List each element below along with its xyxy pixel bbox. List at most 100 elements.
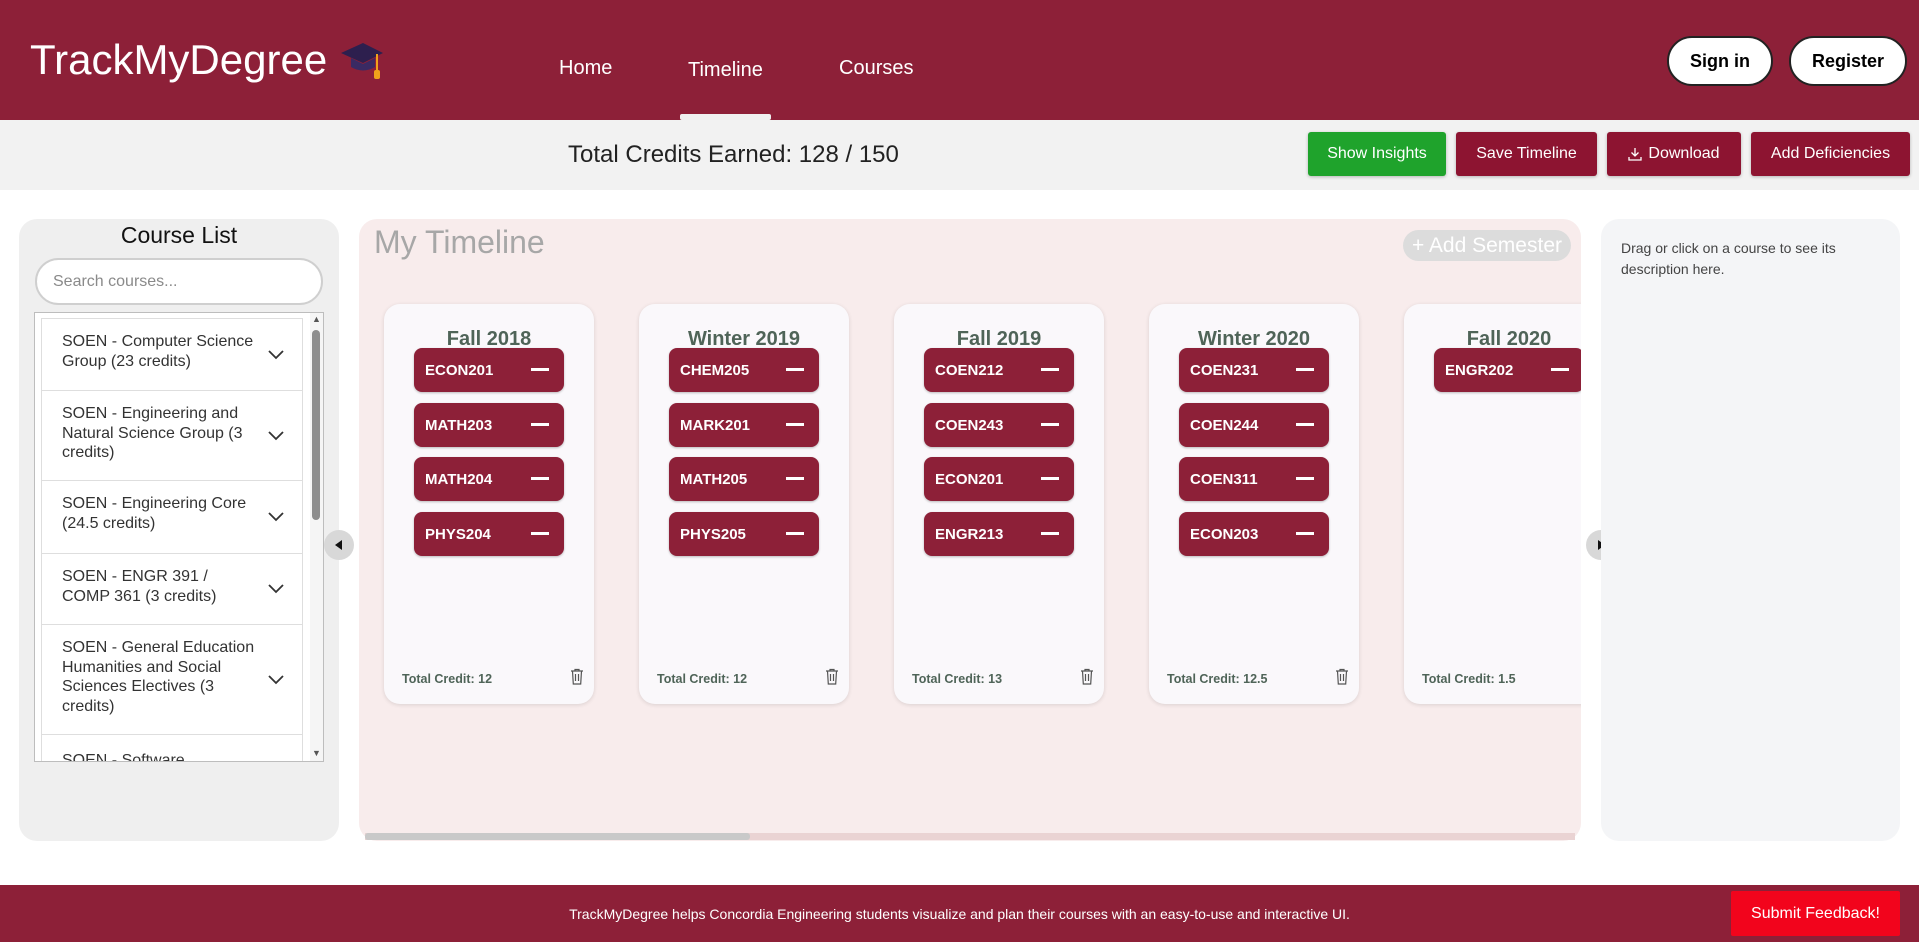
show-insights-button[interactable]: Show Insights xyxy=(1308,132,1446,176)
add-deficiencies-button[interactable]: Add Deficiencies xyxy=(1751,132,1910,176)
submit-feedback-button[interactable]: Submit Feedback! xyxy=(1731,891,1900,936)
remove-course-icon[interactable] xyxy=(1041,532,1059,535)
remove-course-icon[interactable] xyxy=(531,532,549,535)
semester-total-credit: Total Credit: 1.5 xyxy=(1422,672,1516,686)
remove-course-icon[interactable] xyxy=(786,532,804,535)
course-group-item[interactable]: SOEN - General Education Humanities and … xyxy=(41,625,303,735)
timeline-title: My Timeline xyxy=(374,224,545,260)
scroll-down-icon[interactable]: ▼ xyxy=(311,748,322,758)
course-group-label: SOEN - General Education Humanities and … xyxy=(62,639,255,715)
trash-icon[interactable] xyxy=(1080,668,1094,685)
course-group-label: SOEN - ENGR 391 / COMP 361 (3 credits) xyxy=(62,568,217,605)
course-group-label: SOEN - Engineering Core (24.5 credits) xyxy=(62,495,247,532)
remove-course-icon[interactable] xyxy=(531,368,549,371)
course-chip[interactable]: CHEM205 xyxy=(669,348,819,392)
semester-card[interactable]: Fall 2018 ECON201 MATH203 MATH204 PHYS20… xyxy=(384,304,594,704)
chevron-down-icon xyxy=(268,430,284,440)
semester-total-credit: Total Credit: 12 xyxy=(657,672,748,686)
course-code: COEN231 xyxy=(1190,361,1259,379)
course-code: COEN311 xyxy=(1190,470,1258,488)
chevron-down-icon xyxy=(268,584,284,594)
course-chip[interactable]: MATH204 xyxy=(414,457,564,501)
remove-course-icon[interactable] xyxy=(786,368,804,371)
course-chip[interactable]: ENGR202 xyxy=(1434,348,1581,392)
remove-course-icon[interactable] xyxy=(1296,368,1314,371)
course-description-placeholder: Drag or click on a course to see its des… xyxy=(1621,240,1836,277)
brand-logo[interactable]: TrackMyDegree xyxy=(30,36,387,84)
semester-total-credit: Total Credit: 12.5 xyxy=(1167,672,1268,686)
remove-course-icon[interactable] xyxy=(1296,532,1314,535)
remove-course-icon[interactable] xyxy=(1296,477,1314,480)
course-chip[interactable]: COEN212 xyxy=(924,348,1074,392)
course-code: PHYS205 xyxy=(680,525,746,543)
course-chip[interactable]: ECON203 xyxy=(1179,512,1329,556)
remove-course-icon[interactable] xyxy=(786,477,804,480)
course-chip[interactable]: COEN231 xyxy=(1179,348,1329,392)
save-timeline-button[interactable]: Save Timeline xyxy=(1456,132,1597,176)
remove-course-icon[interactable] xyxy=(1551,368,1569,371)
course-group-item[interactable]: SOEN - Engineering and Natural Science G… xyxy=(41,391,303,481)
course-code: ECON201 xyxy=(425,361,494,379)
download-icon xyxy=(1628,148,1643,161)
course-chip[interactable]: PHYS205 xyxy=(669,512,819,556)
course-chip[interactable]: COEN243 xyxy=(924,403,1074,447)
course-group-list[interactable]: SOEN - Computer Science Group (23 credit… xyxy=(34,312,324,762)
scroll-left-button[interactable] xyxy=(324,530,354,560)
remove-course-icon[interactable] xyxy=(531,423,549,426)
course-chip[interactable]: COEN244 xyxy=(1179,403,1329,447)
remove-course-icon[interactable] xyxy=(1041,423,1059,426)
course-chip[interactable]: ECON201 xyxy=(414,348,564,392)
course-chip[interactable]: PHYS204 xyxy=(414,512,564,556)
course-code: ECON203 xyxy=(1190,525,1259,543)
course-chip[interactable]: MATH205 xyxy=(669,457,819,501)
add-semester-button[interactable]: + Add Semester xyxy=(1403,230,1571,261)
total-credits: Total Credits Earned: 128 / 150 xyxy=(568,141,899,168)
timeline-scroll-thumb[interactable] xyxy=(365,833,750,840)
course-chip[interactable]: MARK201 xyxy=(669,403,819,447)
chevron-down-icon xyxy=(268,674,284,684)
remove-course-icon[interactable] xyxy=(786,423,804,426)
semester-card[interactable]: Fall 2019 COEN212 COEN243 ECON201 ENGR21… xyxy=(894,304,1104,704)
course-group-item[interactable]: SOEN - ENGR 391 / COMP 361 (3 credits) xyxy=(41,554,303,625)
course-list-scroll-thumb[interactable] xyxy=(312,330,320,520)
course-search-input[interactable] xyxy=(35,258,323,305)
course-code: COEN244 xyxy=(1190,416,1259,434)
nav-timeline[interactable]: Timeline xyxy=(688,59,763,82)
course-code: MATH203 xyxy=(425,416,493,434)
semester-card[interactable]: Winter 2019 CHEM205 MARK201 MATH205 PHYS… xyxy=(639,304,849,704)
remove-course-icon[interactable] xyxy=(1041,477,1059,480)
course-code: ECON201 xyxy=(935,470,1004,488)
course-description-panel xyxy=(1601,219,1900,841)
remove-course-icon[interactable] xyxy=(1296,423,1314,426)
graduation-cap-icon xyxy=(341,43,384,79)
remove-course-icon[interactable] xyxy=(1041,368,1059,371)
course-chip[interactable]: ENGR213 xyxy=(924,512,1074,556)
triangle-left-icon xyxy=(335,540,342,550)
chevron-down-icon xyxy=(268,349,284,359)
course-code: MATH205 xyxy=(680,470,748,488)
course-group-item[interactable]: SOEN - Computer Science Group (23 credit… xyxy=(41,318,303,391)
course-chip[interactable]: MATH203 xyxy=(414,403,564,447)
semester-card[interactable]: Fall 2020 ENGR202 Total Credit: 1.5 xyxy=(1404,304,1581,704)
course-group-label: SOEN - Engineering and Natural Science G… xyxy=(62,405,243,461)
course-chip[interactable]: ECON201 xyxy=(924,457,1074,501)
nav-home[interactable]: Home xyxy=(559,57,612,80)
nav-courses[interactable]: Courses xyxy=(839,57,913,80)
course-group-item[interactable]: SOEN - Software xyxy=(41,735,303,761)
course-code: MATH204 xyxy=(425,470,493,488)
course-group-item[interactable]: SOEN - Engineering Core (24.5 credits) xyxy=(41,481,303,554)
course-group-label: SOEN - Computer Science Group (23 credit… xyxy=(62,333,254,370)
scroll-up-icon[interactable]: ▲ xyxy=(311,314,322,324)
remove-course-icon[interactable] xyxy=(531,477,549,480)
download-button[interactable]: Download xyxy=(1607,132,1741,176)
register-button[interactable]: Register xyxy=(1789,36,1907,86)
trash-icon[interactable] xyxy=(570,668,584,685)
course-code: CHEM205 xyxy=(680,361,750,379)
trash-icon[interactable] xyxy=(1335,668,1349,685)
course-list-title: Course List xyxy=(120,222,238,248)
semester-card[interactable]: Winter 2020 COEN231 COEN244 COEN311 ECON… xyxy=(1149,304,1359,704)
course-chip[interactable]: COEN311 xyxy=(1179,457,1329,501)
download-label: Download xyxy=(1648,145,1720,162)
trash-icon[interactable] xyxy=(825,668,839,685)
sign-in-button[interactable]: Sign in xyxy=(1667,36,1773,86)
